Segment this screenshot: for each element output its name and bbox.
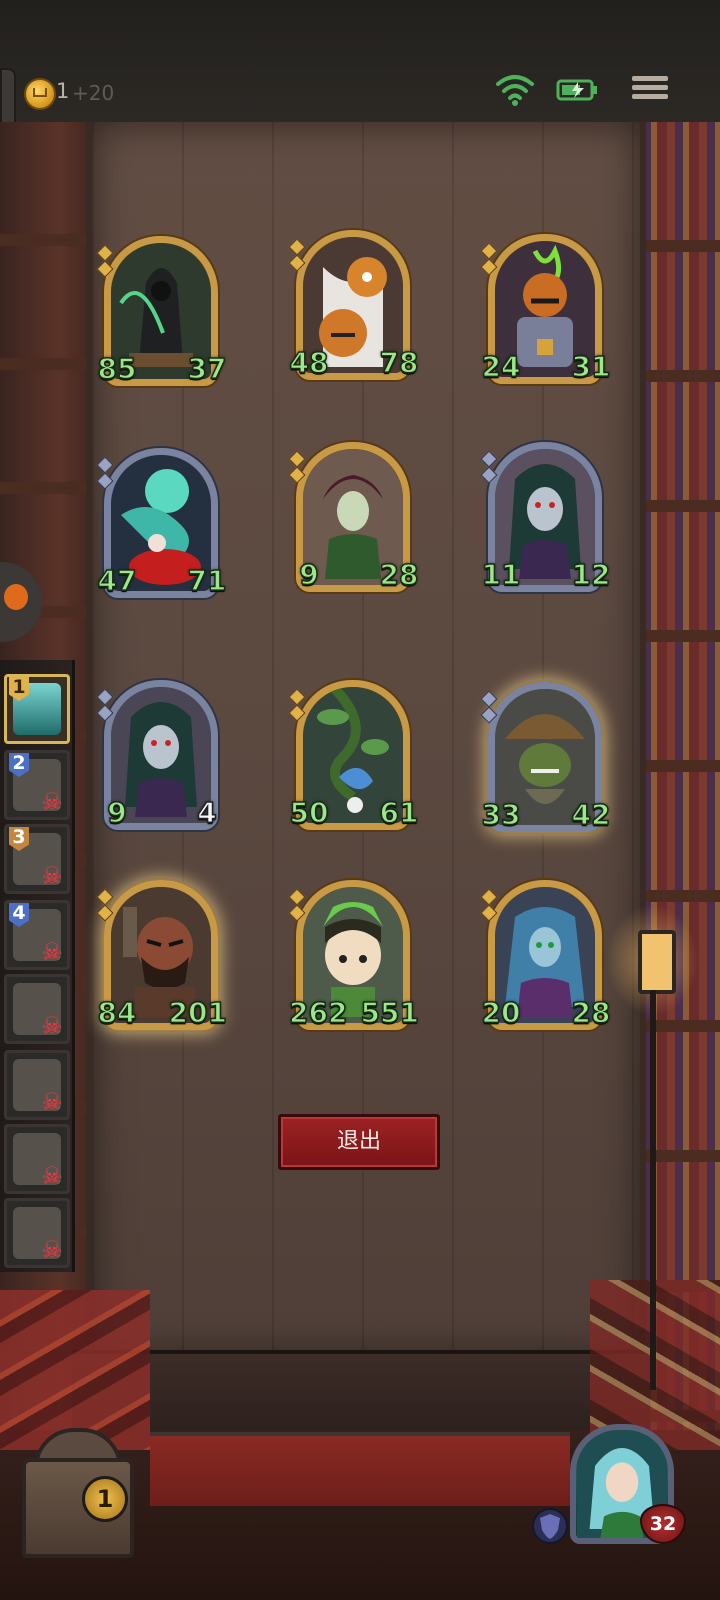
skull-icon: ☠ (41, 1012, 63, 1040)
health-value: 28 (379, 557, 420, 596)
health-value: 4 (187, 795, 228, 834)
health-value: 37 (187, 351, 228, 390)
attack-value: 84 (97, 995, 138, 1034)
minion-card[interactable]: 84 201 (96, 880, 228, 1034)
health-value: 71 (187, 563, 228, 602)
ranking-item[interactable]: 1 (4, 674, 70, 744)
minion-card[interactable]: 262 551 (288, 880, 420, 1034)
ranking-item[interactable]: 3 ☠ (4, 824, 70, 894)
health-value: 61 (379, 795, 420, 834)
skull-icon: ☠ (41, 1088, 63, 1116)
gold-count: 1 (56, 79, 70, 103)
chest-count-badge: 1 (82, 1476, 128, 1522)
attack-value: 33 (481, 797, 522, 836)
player-ranking-list: 1 2 ☠ 3 ☠ 4 ☠ ☠ ☠ ☠ ☠ (0, 660, 75, 1272)
attack-value: 9 (289, 557, 330, 596)
minion-card[interactable]: 85 37 (96, 236, 228, 390)
minion-card[interactable]: 50 61 (288, 680, 420, 834)
top-bar: 1 +20 (0, 0, 720, 176)
battery-charging-icon (556, 79, 597, 101)
attack-value: 9 (97, 795, 138, 834)
ranking-item[interactable]: 4 ☠ (4, 900, 70, 970)
skull-icon: ☠ (41, 938, 63, 966)
attack-value: 47 (97, 563, 138, 602)
carpet (150, 1432, 570, 1506)
attack-value: 48 (289, 345, 330, 384)
attack-value: 24 (481, 349, 522, 388)
attack-value: 262 (288, 995, 348, 1034)
ranking-item[interactable]: ☠ (4, 1198, 70, 1268)
minion-card[interactable]: 24 31 (480, 234, 612, 388)
health-value: 78 (379, 345, 420, 384)
minion-card[interactable]: 11 12 (480, 442, 612, 596)
attack-value: 85 (97, 351, 138, 390)
health-value: 551 (360, 995, 420, 1034)
exit-button[interactable]: 退出 (278, 1114, 440, 1170)
minion-card[interactable]: 47 71 (96, 448, 228, 602)
ranking-item[interactable]: 2 ☠ (4, 750, 70, 820)
health-value: 31 (571, 349, 612, 388)
health-value: 12 (571, 557, 612, 596)
skull-icon: ☠ (41, 1236, 63, 1264)
attack-value: 50 (289, 795, 330, 834)
lamp-icon (602, 900, 702, 1390)
health-value: 28 (571, 995, 612, 1034)
health-value: 42 (571, 797, 612, 836)
attack-value: 20 (481, 995, 522, 1034)
attack-value: 11 (481, 557, 522, 596)
skull-icon: ☠ (41, 788, 63, 816)
ranking-item[interactable]: ☠ (4, 1050, 70, 1120)
minion-card[interactable]: 9 4 (96, 680, 228, 834)
wifi-icon (496, 75, 534, 106)
minion-card[interactable]: 9 28 (288, 442, 420, 596)
minion-card[interactable]: 33 42 (480, 682, 612, 836)
hamburger-menu-icon[interactable] (632, 72, 668, 108)
shield-icon[interactable] (532, 1506, 568, 1546)
ranking-item[interactable]: ☠ (4, 974, 70, 1044)
ranking-item[interactable]: ☠ (4, 1124, 70, 1194)
skull-icon: ☠ (41, 862, 63, 890)
gold-income: +20 (72, 81, 115, 105)
gold-coin-icon (24, 78, 56, 110)
minion-card[interactable]: 48 78 (288, 230, 420, 384)
skull-icon: ☠ (41, 1162, 63, 1190)
minion-card[interactable]: 20 28 (480, 880, 612, 1034)
health-value: 201 (168, 995, 228, 1034)
